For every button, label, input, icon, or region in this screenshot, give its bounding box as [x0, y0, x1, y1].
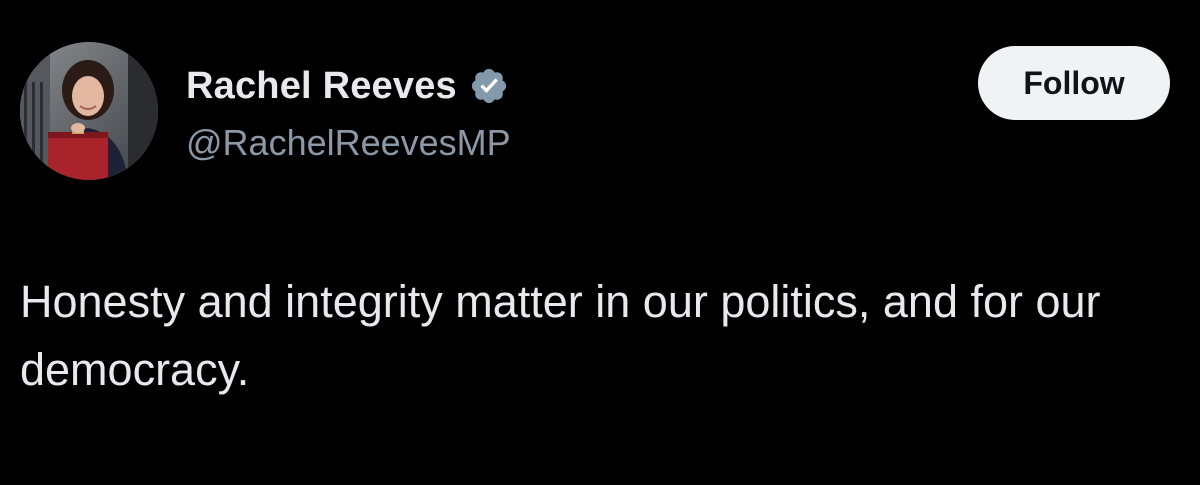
tweet-card: Rachel Reeves @RachelReevesMP Follow Hon…: [0, 0, 1200, 485]
tweet-text: Honesty and integrity matter in our poli…: [20, 276, 1101, 395]
author-handle[interactable]: @RachelReevesMP: [186, 122, 511, 164]
author-name-row: Rachel Reeves: [186, 62, 509, 110]
avatar[interactable]: [20, 42, 158, 180]
follow-button[interactable]: Follow: [978, 46, 1170, 120]
display-name[interactable]: Rachel Reeves: [186, 65, 457, 108]
avatar-photo: [20, 42, 158, 180]
verified-badge-icon[interactable]: [469, 66, 509, 106]
